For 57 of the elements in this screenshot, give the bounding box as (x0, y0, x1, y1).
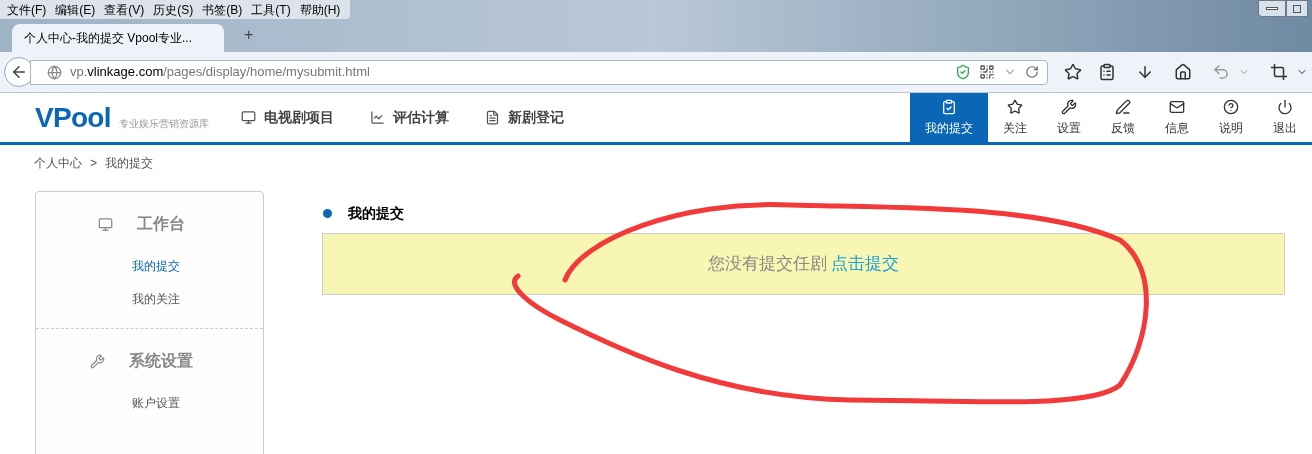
help-icon (1223, 98, 1239, 115)
clipboard-icon (941, 98, 957, 115)
menu-item[interactable]: 查看(V) (101, 0, 148, 19)
user-nav-tab[interactable]: 设置 (1042, 93, 1096, 142)
breadcrumb-link[interactable]: 个人中心 (34, 154, 82, 172)
site-logo[interactable]: VPool (35, 96, 111, 139)
sidebar-heading: 系统设置 (129, 351, 193, 371)
monitor-icon (240, 110, 256, 125)
user-nav-tab[interactable]: 信息 (1150, 93, 1204, 142)
breadcrumb-link[interactable]: 我的提交 (105, 154, 153, 172)
sidebar-link[interactable]: 我的关注 (131, 290, 180, 308)
bookmark-star-icon[interactable] (1064, 63, 1082, 81)
user-nav-tab[interactable]: 我的提交 (910, 93, 988, 142)
pencil-icon (1115, 98, 1131, 115)
monitor-icon (98, 216, 113, 232)
menu-item[interactable]: 历史(S) (150, 0, 197, 19)
nav-link[interactable]: 新剧登记 (484, 107, 564, 128)
restore-button[interactable] (1286, 0, 1308, 17)
nav-link[interactable]: 评估计算 (369, 107, 449, 128)
user-nav-tab[interactable]: 关注 (988, 93, 1042, 142)
site-tagline: 专业娱乐营销资源库 (118, 117, 209, 131)
mail-icon (1169, 98, 1185, 115)
menu-item[interactable]: 文件(F) (4, 0, 50, 19)
menu-item[interactable]: 编辑(E) (52, 0, 99, 19)
wrench-icon (90, 353, 105, 369)
bookmarks-list-icon[interactable] (1098, 63, 1116, 81)
qr-code-icon[interactable] (979, 64, 995, 80)
sidebar-link[interactable]: 我的提交 (131, 257, 180, 275)
new-tab-button[interactable]: + (244, 23, 254, 47)
user-nav-tab[interactable]: 退出 (1258, 93, 1312, 142)
bullet-icon (323, 208, 332, 218)
wrench-icon (1061, 98, 1077, 115)
menu-item[interactable]: 工具(T) (248, 0, 294, 19)
sidebar-heading: 工作台 (137, 214, 185, 234)
home-icon[interactable] (1174, 63, 1192, 81)
download-icon[interactable] (1136, 63, 1154, 81)
crop-icon[interactable] (1270, 63, 1288, 81)
user-nav-tab[interactable]: 说明 (1204, 93, 1258, 142)
reload-icon[interactable] (1025, 65, 1039, 79)
user-nav-tab[interactable]: 反馈 (1096, 93, 1150, 142)
shield-icon[interactable] (955, 64, 971, 80)
power-icon (1277, 98, 1293, 115)
form-icon (484, 110, 500, 125)
chart-icon (369, 110, 385, 125)
section-heading: 我的提交 (348, 203, 404, 223)
menu-item[interactable]: 帮助(H) (296, 0, 344, 19)
minimize-button[interactable] (1258, 0, 1286, 17)
menu-item[interactable]: 书签(B) (199, 0, 246, 19)
undo-icon[interactable] (1212, 63, 1230, 81)
nav-link[interactable]: 电视剧项目 (240, 107, 334, 128)
browser-tab[interactable]: 个人中心-我的提交 Vpool专业... (12, 24, 224, 52)
star-icon (1007, 98, 1023, 115)
address-field[interactable]: vp.vlinkage.com/pages/display/home/mysubmit.html (30, 59, 1048, 85)
sidebar-link[interactable]: 账户设置 (131, 394, 180, 412)
breadcrumb-separator: > (90, 155, 97, 172)
globe-icon (47, 64, 62, 80)
notice-text: 您没有提交任剧 (708, 253, 827, 276)
